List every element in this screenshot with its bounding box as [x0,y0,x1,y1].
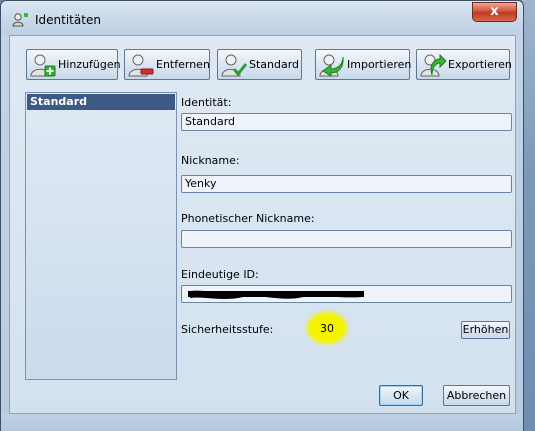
security-level-label: Sicherheitsstufe: [181,323,274,336]
cancel-button[interactable]: Abbrechen [443,385,510,406]
title-bar: Identitäten x [1,1,523,35]
remove-user-icon [128,54,154,76]
import-label: Importieren [347,58,412,71]
unique-id-label: Eindeutige ID: [181,268,259,281]
set-default-button[interactable]: Standard [217,49,302,80]
window-bottom-border [1,414,523,431]
identity-label: Identität: [181,96,232,109]
increase-button[interactable]: Erhöhen [461,321,510,339]
list-item[interactable]: Standard [27,94,175,110]
dialog-body: Hinzufügen Entfernen Standard Importiere… [9,35,516,414]
default-user-icon [221,54,247,76]
security-level-value: 30 [320,321,334,335]
ok-button[interactable]: OK [379,385,423,406]
add-identity-label: Hinzufügen [58,58,121,71]
identity-field[interactable]: Standard [181,113,512,131]
close-icon: x [490,4,499,19]
export-icon [420,53,446,76]
import-icon [319,54,344,77]
set-default-label: Standard [249,58,300,71]
security-level-highlight: 30 [309,314,345,342]
identity-list[interactable]: Standard [25,92,177,380]
unique-id-field[interactable] [181,285,512,303]
import-button[interactable]: Importieren [315,49,412,80]
phonetic-nickname-label: Phonetischer Nickname: [181,212,315,225]
export-label: Exportieren [448,58,512,71]
phonetic-nickname-field[interactable] [181,230,512,248]
identity-icon [12,13,28,27]
identities-dialog: Identitäten x Hinzufügen Entfernen Stand… [0,0,524,431]
export-button[interactable]: Exportieren [416,49,512,80]
nickname-field[interactable]: Yenky [181,175,512,193]
add-user-icon [30,54,56,76]
window-title: Identitäten [35,13,101,27]
remove-identity-button[interactable]: Entfernen [124,49,210,80]
nickname-label: Nickname: [181,154,240,167]
remove-identity-label: Entfernen [156,58,210,71]
add-identity-button[interactable]: Hinzufügen [26,49,121,80]
redaction-scribble [188,290,364,299]
close-button[interactable]: x [472,2,517,22]
